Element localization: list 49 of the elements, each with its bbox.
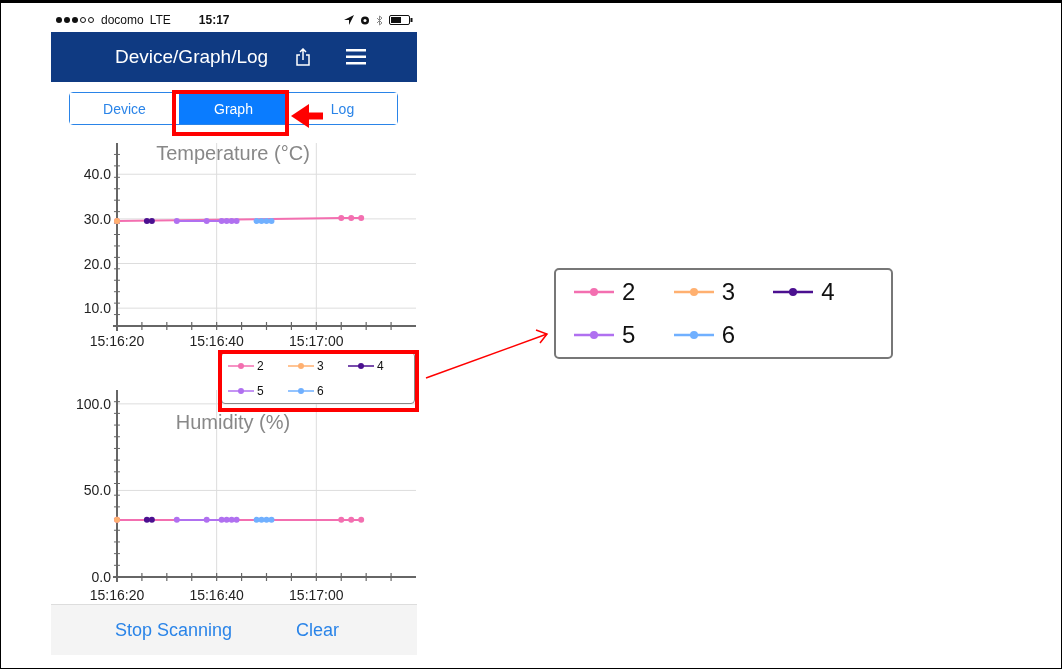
axis-tick-label: 20.0 <box>83 255 111 272</box>
bluetooth-icon <box>376 14 383 26</box>
axis-tick-label: 15:16:40 <box>189 587 244 603</box>
data-point <box>348 516 355 523</box>
chart-title: Temperature (°C) <box>156 142 310 164</box>
legend-label: 3 <box>721 277 735 306</box>
data-point <box>358 516 365 523</box>
legend-label: 3 <box>317 358 324 373</box>
axis-tick-label: 30.0 <box>83 210 111 227</box>
axis-tick-label: 15:16:20 <box>89 333 145 346</box>
axis-tick-label: 10.0 <box>83 300 111 317</box>
legend-label: 6 <box>721 321 735 350</box>
axis-tick-label: 50.0 <box>83 482 111 499</box>
legend-label: 6 <box>317 383 324 398</box>
toolbar-button[interactable]: Stop Scanning <box>111 617 237 643</box>
legend-label: 2 <box>622 277 636 306</box>
chart-title: Humidity (%) <box>175 411 291 433</box>
axis-tick-label: 15:16:20 <box>89 587 145 603</box>
axis-tick-label: 100.0 <box>75 395 111 412</box>
legend-label: 4 <box>377 358 384 373</box>
data-point <box>173 516 180 523</box>
axis-tick-label: 15:16:40 <box>189 333 244 346</box>
data-point <box>338 516 345 523</box>
data-point <box>348 215 355 221</box>
alarm-icon <box>360 15 370 25</box>
axis-tick-label: 0.0 <box>91 569 111 585</box>
menu-icon[interactable] <box>346 49 367 65</box>
legend-label: 4 <box>821 277 835 306</box>
carrier-name: docomo <box>101 13 144 27</box>
signal-icon <box>55 16 95 24</box>
data-point <box>338 215 345 221</box>
screen-title: Device/Graph/Log <box>115 46 269 68</box>
data-point <box>358 215 365 221</box>
axis-tick-label: 15:17:00 <box>289 333 344 346</box>
toolbar-button[interactable]: Clear <box>292 617 344 643</box>
segment-tab[interactable]: Graph <box>179 93 288 124</box>
share-icon[interactable] <box>296 48 311 66</box>
data-point <box>203 218 210 225</box>
legend-label: 5 <box>622 321 636 350</box>
battery-icon <box>389 15 413 25</box>
data-point <box>203 516 210 523</box>
axis-tick-label: 40.0 <box>83 166 111 183</box>
data-point <box>173 218 180 225</box>
location-icon <box>344 15 354 25</box>
legend-label: 2 <box>257 358 264 373</box>
status-time: 15:17 <box>198 13 230 27</box>
axis-tick-label: 15:17:00 <box>289 587 344 603</box>
network-type: LTE <box>149 13 171 27</box>
legend-label: 5 <box>257 383 264 398</box>
